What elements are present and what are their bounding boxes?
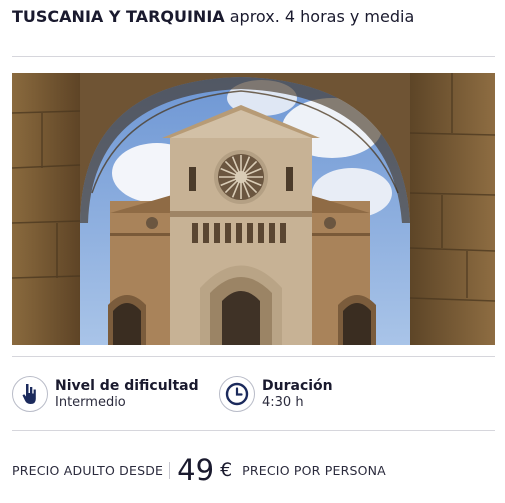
tour-title: TUSCANIA Y TARQUINIA aprox. 4 horas y me… <box>12 5 482 28</box>
difficulty-value: Intermedio <box>55 394 126 410</box>
tour-name: TUSCANIA Y TARQUINIA <box>12 7 225 26</box>
price-per-label: PRECIO POR PERSONA <box>242 462 386 478</box>
price-separator <box>169 461 171 479</box>
price-row: PRECIO ADULTO DESDE 49 € PRECIO POR PERS… <box>12 452 386 488</box>
duration-label: Duración <box>262 377 333 394</box>
price-amount: 49 <box>177 452 215 487</box>
duration-info: Duración 4:30 h <box>219 372 333 416</box>
price-currency: € <box>220 459 233 481</box>
clock-icon <box>219 376 255 412</box>
difficulty-info: Nivel de dificultad Intermedio <box>12 372 199 416</box>
duration-value: 4:30 h <box>262 394 304 410</box>
tour-photo <box>12 73 495 345</box>
difficulty-label: Nivel de dificultad <box>55 377 199 394</box>
tour-duration-note: aprox. 4 horas y media <box>224 7 415 26</box>
divider <box>12 356 495 357</box>
hand-icon <box>12 376 48 412</box>
divider <box>12 430 495 431</box>
price-from-label: PRECIO ADULTO DESDE <box>12 462 164 478</box>
divider <box>12 56 495 57</box>
